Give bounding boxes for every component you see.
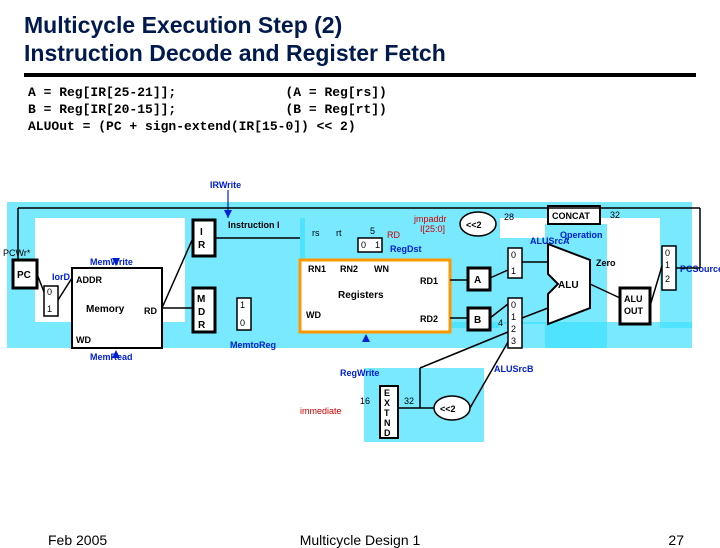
svg-text:1: 1 — [47, 304, 52, 314]
immediate-label: immediate — [300, 406, 342, 416]
svg-text:WD: WD — [306, 310, 321, 320]
memory-label: Memory — [86, 304, 125, 315]
regdst-label: RegDst — [390, 244, 422, 254]
svg-text:0: 0 — [361, 240, 366, 250]
svg-text:5: 5 — [370, 226, 375, 236]
svg-text:1: 1 — [511, 312, 516, 322]
svg-text:RD2: RD2 — [420, 314, 438, 324]
svg-text:RN2: RN2 — [340, 264, 358, 274]
registers-label: Registers — [338, 290, 384, 301]
svg-text:RD1: RD1 — [420, 276, 438, 286]
zero-label: Zero — [596, 258, 616, 268]
svg-text:R: R — [198, 240, 206, 251]
title-line1: Multicycle Execution Step (2) — [24, 12, 342, 38]
jmpaddr-label: jmpaddr — [413, 214, 447, 224]
slide-number: 27 — [668, 532, 684, 548]
svg-text:E: E — [384, 388, 390, 398]
svg-text:1: 1 — [240, 300, 245, 310]
svg-text:0: 0 — [511, 300, 516, 310]
reg-a: A — [474, 275, 481, 286]
pcwr-label: PCWr* — [3, 248, 31, 258]
svg-text:ALU: ALU — [624, 294, 643, 304]
wd-label: WD — [76, 335, 91, 345]
svg-text:RN1: RN1 — [308, 264, 326, 274]
svg-text:RD: RD — [144, 306, 157, 316]
svg-text:0: 0 — [511, 250, 516, 260]
svg-text:WN: WN — [374, 264, 389, 274]
svg-text:<<2: <<2 — [466, 220, 482, 230]
operation-label: Operation — [560, 230, 603, 240]
memwrite-label: MemWrite — [90, 257, 133, 267]
svg-text:2: 2 — [511, 324, 516, 334]
datapath-diagram: PC PCWr* 0 1 IorD ADDR Memory RD WD MemW… — [0, 168, 720, 468]
iord-label: IorD — [52, 272, 71, 282]
title-line2: Instruction Decode and Register Fetch — [24, 40, 446, 66]
svg-text:32: 32 — [610, 210, 620, 220]
svg-text:RD: RD — [387, 230, 400, 240]
concat-label: CONCAT — [552, 211, 590, 221]
svg-text:rt: rt — [336, 228, 342, 238]
footer-title: Multicycle Design 1 — [0, 532, 720, 548]
svg-text:32: 32 — [404, 396, 414, 406]
pseudocode: A = Reg[IR[25-21]]; (A = Reg[rs]) B = Re… — [28, 85, 696, 136]
ir-label: I — [200, 227, 203, 238]
memtoreg-label: MemtoReg — [230, 340, 276, 350]
instruction-label: Instruction I — [228, 220, 280, 230]
svg-text:T: T — [384, 408, 390, 418]
svg-text:X: X — [384, 398, 390, 408]
regwrite-label: RegWrite — [340, 368, 379, 378]
svg-text:D: D — [384, 428, 391, 438]
svg-text:4: 4 — [498, 318, 503, 328]
slide-title: Multicycle Execution Step (2) Instructio… — [24, 12, 696, 77]
svg-text:0: 0 — [240, 318, 245, 328]
alu-label: ALU — [558, 280, 579, 291]
svg-text:1: 1 — [511, 266, 516, 276]
svg-text:OUT: OUT — [624, 306, 644, 316]
svg-text:rs: rs — [312, 228, 320, 238]
addr-label: ADDR — [76, 275, 102, 285]
reg-b: B — [474, 315, 481, 326]
svg-text:0: 0 — [47, 287, 52, 297]
svg-text:3: 3 — [511, 336, 516, 346]
alusrcb-label: ALUSrcB — [494, 364, 534, 374]
svg-text:N: N — [384, 418, 391, 428]
svg-text:2: 2 — [665, 274, 670, 284]
svg-text:1: 1 — [665, 260, 670, 270]
memread-label: MemRead — [90, 352, 133, 362]
svg-text:16: 16 — [360, 396, 370, 406]
svg-text:D: D — [198, 307, 205, 318]
svg-text:M: M — [197, 294, 205, 305]
svg-text:I[25:0]: I[25:0] — [420, 224, 445, 234]
svg-text:<<2: <<2 — [440, 404, 456, 414]
svg-text:0: 0 — [665, 248, 670, 258]
svg-text:1: 1 — [375, 240, 380, 250]
irwrite-label: IRWrite — [210, 180, 241, 190]
svg-text:R: R — [198, 320, 206, 331]
pc-label: PC — [17, 270, 31, 281]
svg-text:28: 28 — [504, 212, 514, 222]
